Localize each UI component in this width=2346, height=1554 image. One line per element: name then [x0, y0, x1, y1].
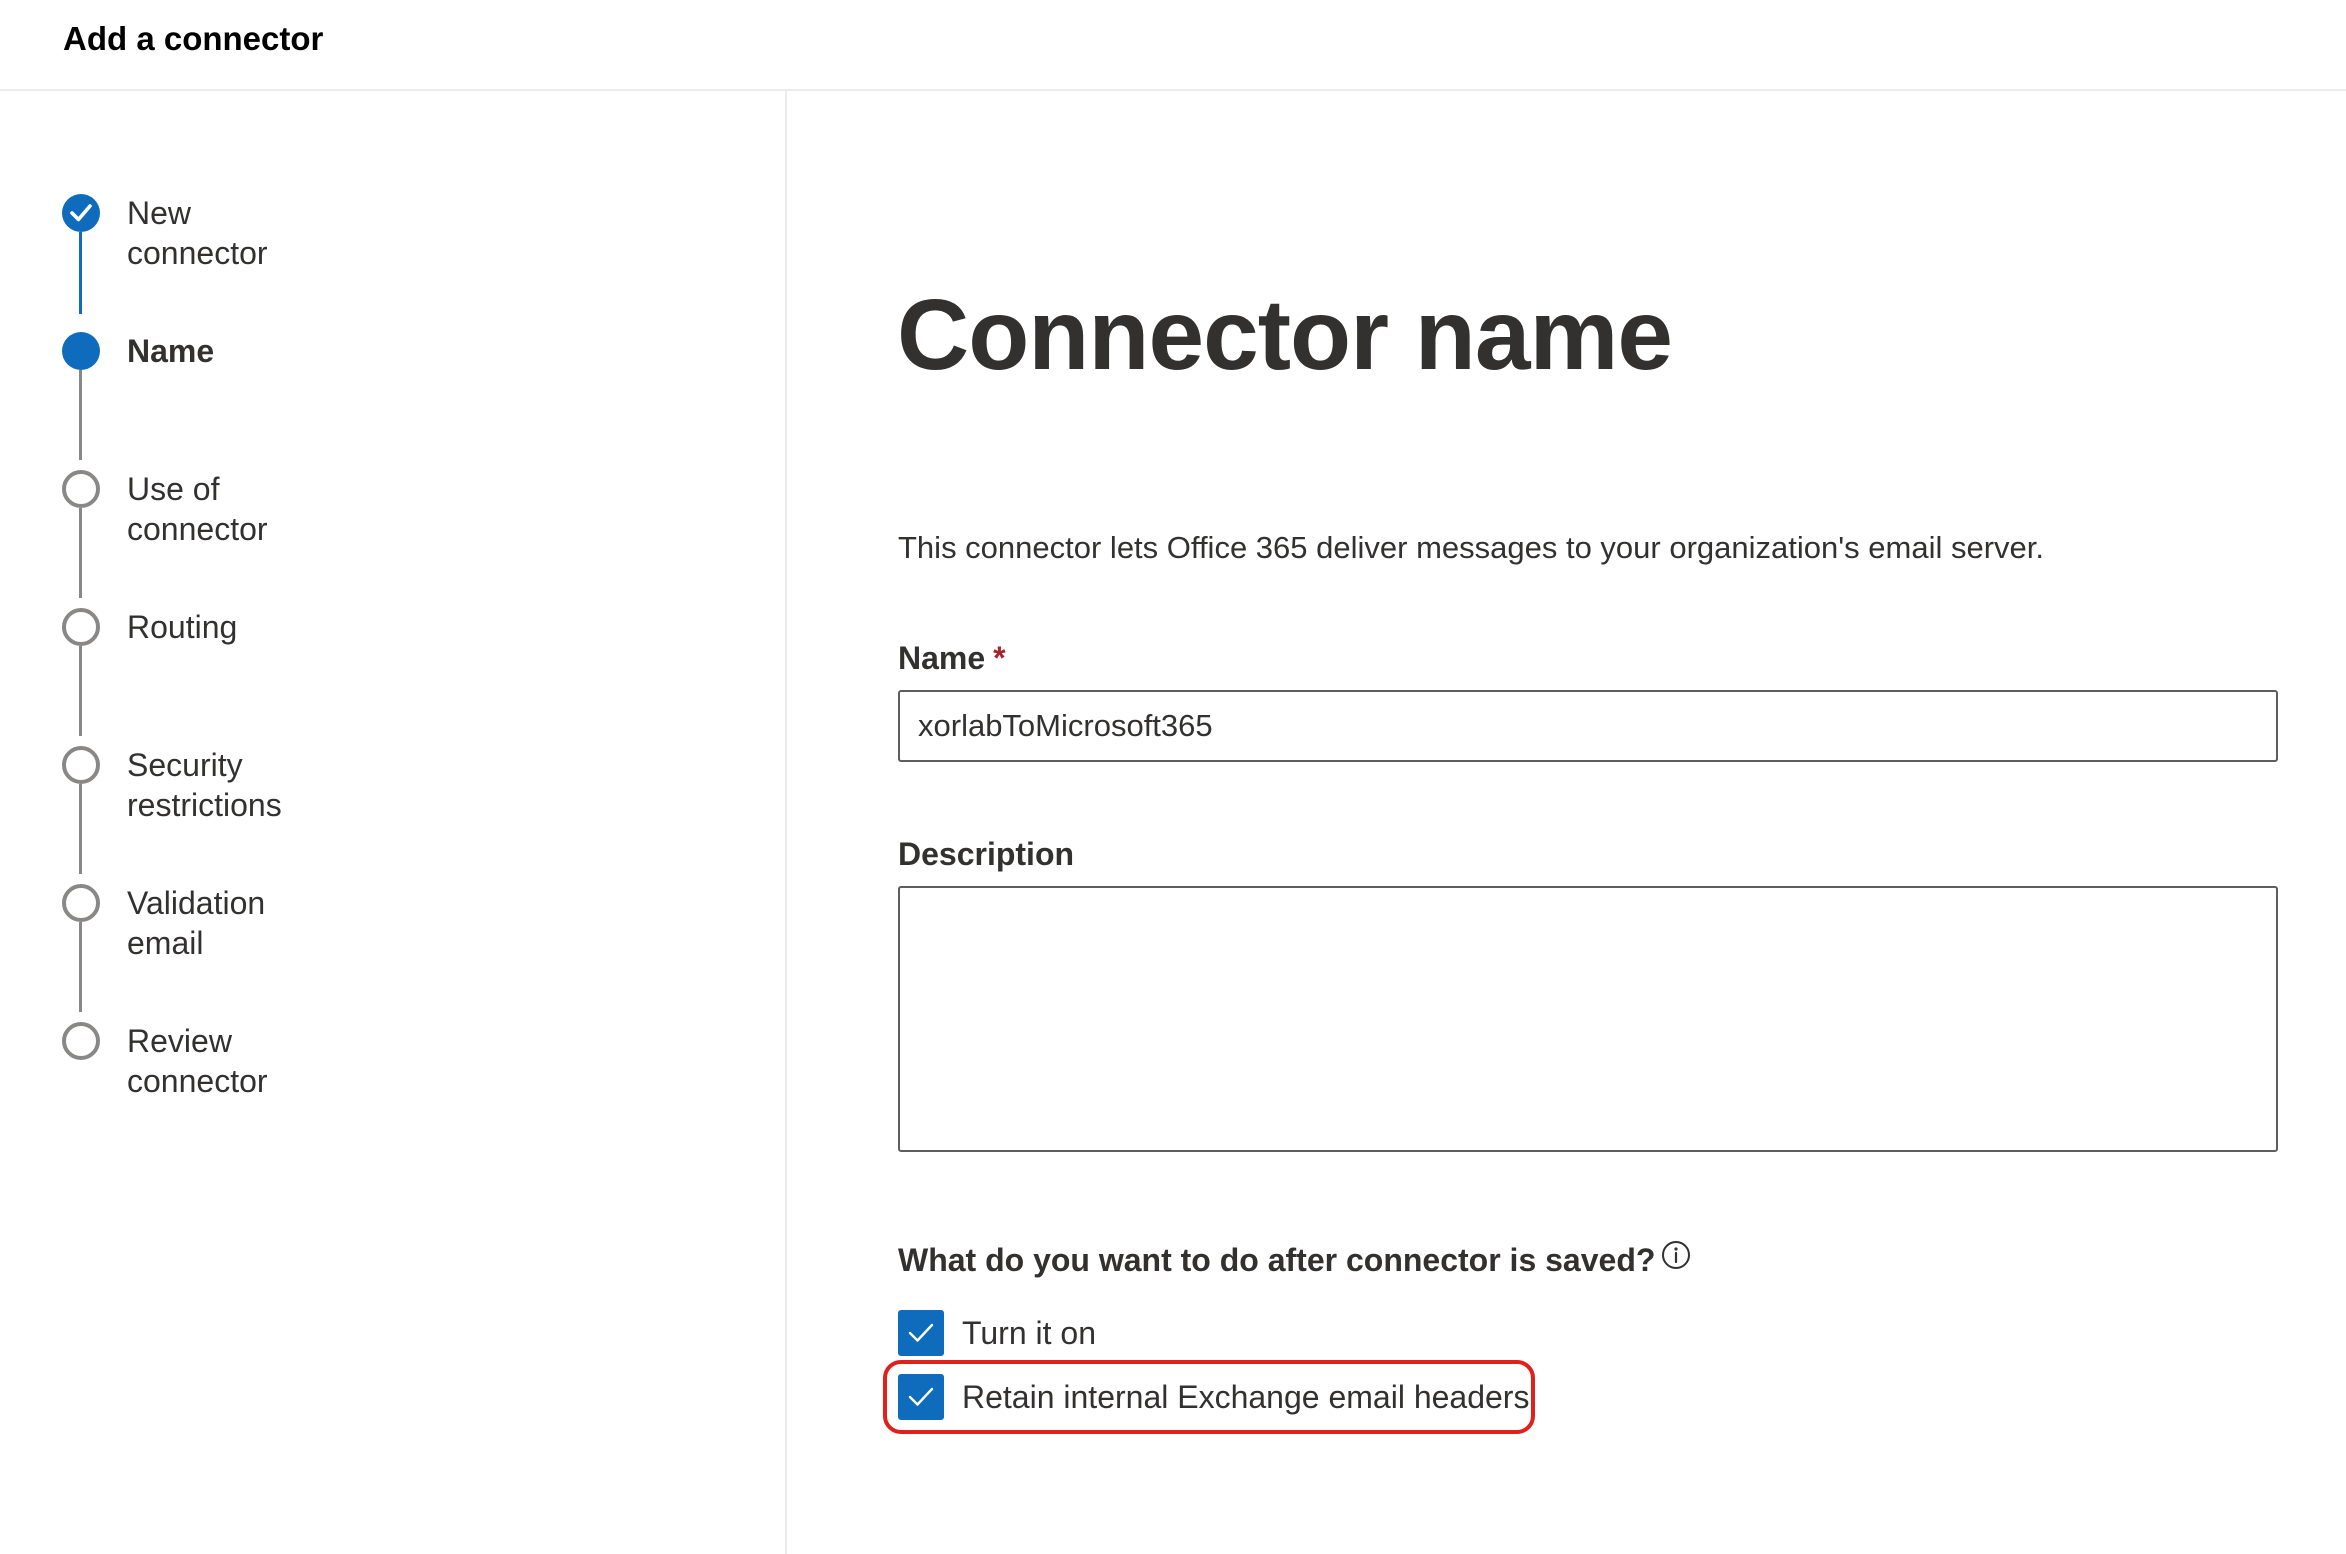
- turn-it-on-label[interactable]: Turn it on: [962, 1313, 1096, 1353]
- name-field-label: Name *: [898, 638, 1006, 678]
- panel-title: Add a connector: [63, 20, 324, 57]
- info-icon[interactable]: [1661, 1240, 1691, 1270]
- step-connector-line: [79, 232, 82, 314]
- step-pending-icon: [62, 470, 100, 508]
- turn-it-on-checkbox[interactable]: [898, 1310, 944, 1356]
- step-name[interactable]: Name: [127, 331, 214, 371]
- name-input[interactable]: [898, 690, 2278, 762]
- after-save-question: What do you want to do after connector i…: [898, 1242, 1656, 1278]
- name-label-text: Name: [898, 640, 986, 676]
- step-pending-icon: [62, 746, 100, 784]
- checkmark-icon: [908, 1323, 934, 1342]
- highlight-annotation: [883, 1360, 1535, 1434]
- step-review-connector[interactable]: Review connector: [127, 1021, 268, 1101]
- step-connector-line: [79, 922, 82, 1012]
- checkmark-icon: [70, 204, 92, 222]
- step-pending-icon: [62, 608, 100, 646]
- step-routing[interactable]: Routing: [127, 607, 237, 647]
- step-security-restrictions[interactable]: Security restrictions: [127, 745, 282, 825]
- step-pending-icon: [62, 884, 100, 922]
- step-validation-email[interactable]: Validation email: [127, 883, 265, 963]
- panel-header: Add a connector: [0, 0, 2346, 91]
- step-connector-line: [79, 646, 82, 736]
- step-current-icon: [62, 332, 100, 370]
- step-new-connector[interactable]: New connector: [127, 193, 268, 273]
- panel-divider: [785, 91, 787, 1554]
- description-textarea[interactable]: [898, 886, 2278, 1152]
- step-connector-line: [79, 784, 82, 874]
- step-done-icon: [62, 194, 100, 232]
- step-use-of-connector[interactable]: Use of connector: [127, 469, 268, 549]
- step-connector-line: [79, 508, 82, 598]
- step-connector-line: [79, 370, 82, 460]
- intro-text: This connector lets Office 365 deliver m…: [898, 530, 2045, 565]
- description-field-label: Description: [898, 836, 1075, 872]
- page-title: Connector name: [897, 279, 1673, 391]
- required-marker: *: [993, 640, 1006, 676]
- step-pending-icon: [62, 1022, 100, 1060]
